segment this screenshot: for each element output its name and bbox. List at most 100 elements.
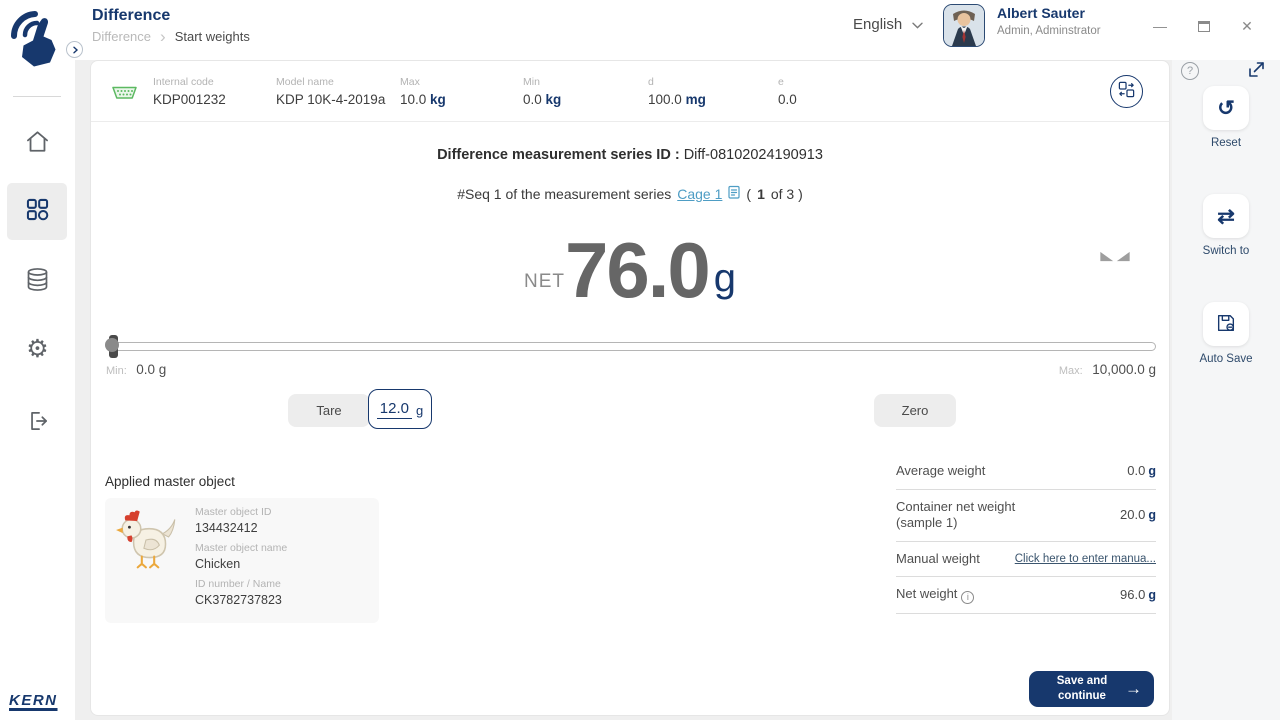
- series-id-line: Difference measurement series ID : Diff-…: [91, 147, 1169, 163]
- switch-to-icon: ⇄: [1217, 204, 1235, 229]
- kern-wordmark: KERN: [9, 692, 58, 709]
- summary-row-average: Average weight 0.0g: [896, 453, 1156, 490]
- save-label-line2: continue: [1058, 690, 1106, 702]
- sidebar-item-database[interactable]: [0, 266, 75, 298]
- device-field-d: d 100.0 mg: [648, 76, 778, 107]
- main-panel: Internal code KDP001232 Model name KDP 1…: [90, 60, 1170, 716]
- reset-button[interactable]: ↺: [1203, 86, 1249, 130]
- arrow-right-icon: →: [1125, 679, 1142, 699]
- user-name: Albert Sauter: [997, 5, 1101, 21]
- expand-panel-icon[interactable]: [1248, 61, 1265, 83]
- slider-min: Min: 0.0 g: [106, 361, 166, 379]
- auto-save-button[interactable]: [1203, 302, 1249, 346]
- sequence-current: 1: [757, 186, 765, 202]
- master-object-idnumber-value: CK3782737823: [195, 593, 287, 607]
- sequence-prefix: #Seq 1 of the measurement series: [457, 186, 671, 202]
- window-minimize-button[interactable]: —: [1152, 18, 1168, 34]
- sidebar-item-apps-active[interactable]: [7, 183, 67, 240]
- sidebar-item-logout[interactable]: [0, 408, 75, 439]
- switch-device-button[interactable]: [1110, 75, 1143, 108]
- master-object-card: Master object ID 134432412 Master object…: [105, 498, 379, 623]
- home-icon: [24, 128, 51, 160]
- slider-max: Max: 10,000.0 g: [1059, 361, 1156, 379]
- device-field-min: Min 0.0 kg: [523, 76, 648, 107]
- breadcrumb: Difference › Start weights: [92, 29, 250, 44]
- language-dropdown[interactable]: English: [853, 16, 923, 33]
- user-avatar[interactable]: [943, 4, 985, 47]
- sequence-line: #Seq 1 of the measurement series Cage 1 …: [91, 185, 1169, 202]
- device-info-bar: Internal code KDP001232 Model name KDP 1…: [91, 61, 1169, 122]
- slider-handle[interactable]: [109, 335, 118, 358]
- slider-handle-bump: [105, 338, 119, 352]
- device-field-internal-code: Internal code KDP001232: [153, 76, 276, 107]
- sequence-open-paren: (: [746, 186, 751, 202]
- chevron-down-icon: [912, 16, 923, 33]
- summary-row-container-net: Container net weight (sample 1) 20.0g: [896, 490, 1156, 542]
- slider-min-label: Min:: [106, 365, 127, 377]
- net-label: NET: [524, 271, 565, 293]
- tare-button[interactable]: Tare: [288, 394, 370, 427]
- master-object-heading: Applied master object: [105, 474, 235, 489]
- gear-icon: ⚙: [26, 336, 48, 362]
- slider-minmax-row: Min: 0.0 g Max: 10,000.0 g: [106, 361, 1156, 379]
- window-maximize-button[interactable]: [1196, 18, 1212, 34]
- maximize-icon: [1198, 21, 1210, 32]
- switch-to-label: Switch to: [1172, 245, 1280, 257]
- save-and-continue-button[interactable]: Save and continue →: [1029, 671, 1154, 707]
- weight-value: 76.0: [565, 233, 709, 307]
- slider-max-label: Max:: [1059, 365, 1083, 377]
- kern-touch-logo-icon: [8, 6, 64, 81]
- apps-grid-icon: [24, 196, 51, 228]
- breadcrumb-item-difference[interactable]: Difference: [92, 29, 151, 44]
- breadcrumb-item-start-weights: Start weights: [175, 29, 250, 44]
- sequence-total: of 3 ): [771, 186, 803, 202]
- switch-to-button[interactable]: ⇄: [1203, 194, 1249, 238]
- master-object-name-label: Master object name: [195, 542, 287, 554]
- device-field-e: e 0.0: [778, 76, 878, 107]
- weight-unit: g: [714, 256, 736, 301]
- slider-max-value: 10,000.0 g: [1092, 362, 1156, 377]
- master-object-id-label: Master object ID: [195, 506, 287, 518]
- auto-save-icon: [1215, 312, 1237, 337]
- save-label-line1: Save and: [1057, 675, 1108, 687]
- cage-list-icon[interactable]: [728, 185, 740, 202]
- sidebar-item-settings[interactable]: ⚙: [0, 336, 75, 362]
- summary-row-net-weight: Net weighti 96.0g: [896, 577, 1156, 614]
- switch-to-action: ⇄ Switch to: [1172, 194, 1280, 257]
- weight-summary: Average weight 0.0g Container net weight…: [896, 453, 1156, 614]
- tare-value-input[interactable]: 12.0 g: [368, 389, 432, 429]
- help-button[interactable]: ?: [1181, 62, 1199, 80]
- summary-row-manual-weight: Manual weight Click here to enter manua.…: [896, 542, 1156, 577]
- page-title: Difference: [92, 7, 170, 25]
- weight-range-slider: [106, 337, 1156, 357]
- reset-label: Reset: [1172, 137, 1280, 149]
- zero-button[interactable]: Zero: [874, 394, 956, 427]
- sidebar-divider: [13, 96, 61, 97]
- tare-unit: g: [416, 403, 423, 418]
- sidebar-expand-button[interactable]: [66, 41, 83, 58]
- auto-save-action: Auto Save: [1172, 302, 1280, 365]
- chicken-image: [115, 506, 181, 572]
- logout-icon: [25, 408, 51, 439]
- stability-indicator-icon: [1099, 249, 1131, 267]
- series-id-label: Difference measurement series ID :: [437, 147, 680, 163]
- user-info[interactable]: Albert Sauter Admin, Adminstrator: [997, 5, 1101, 37]
- connector-port-icon: [111, 84, 138, 107]
- master-object-id-value: 134432412: [195, 521, 287, 535]
- topbar: Difference Difference › Start weights En…: [75, 0, 1280, 60]
- weight-display: NET 76.0 g: [91, 233, 1169, 307]
- reset-icon: ↺: [1217, 96, 1235, 121]
- slider-track[interactable]: [106, 342, 1156, 351]
- manual-weight-link[interactable]: Click here to enter manua...: [1015, 553, 1156, 565]
- window-close-button[interactable]: ✕: [1239, 18, 1255, 34]
- database-icon: [24, 266, 51, 298]
- auto-save-label: Auto Save: [1172, 353, 1280, 365]
- reset-action: ↺ Reset: [1172, 86, 1280, 149]
- user-role: Admin, Adminstrator: [997, 25, 1101, 37]
- right-action-panel: ? ↺ Reset ⇄ Switch to: [1172, 60, 1280, 720]
- info-icon[interactable]: i: [961, 591, 974, 604]
- cage-link[interactable]: Cage 1: [677, 186, 722, 202]
- tare-value: 12.0: [377, 400, 412, 419]
- series-id-value: Diff-08102024190913: [684, 147, 823, 163]
- sidebar-item-home[interactable]: [0, 128, 75, 160]
